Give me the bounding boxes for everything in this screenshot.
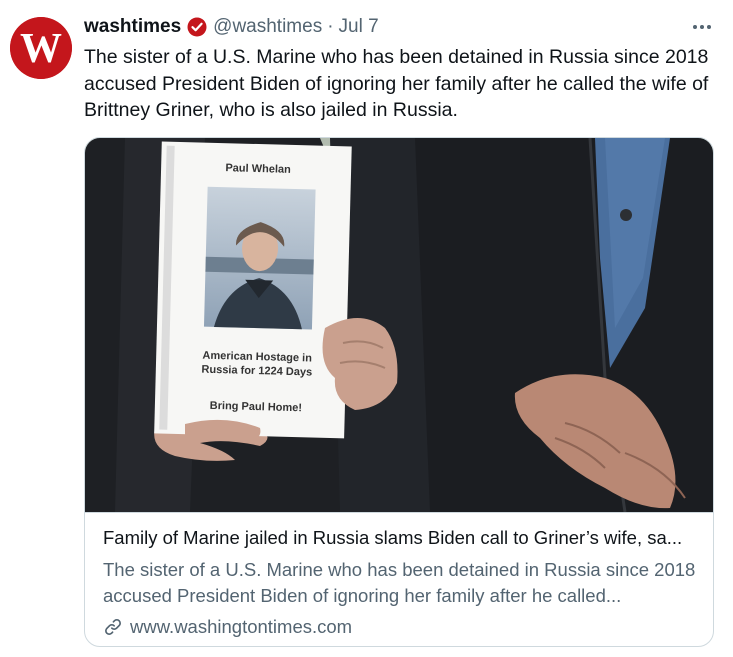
tweet-text: The sister of a U.S. Marine who has been… — [84, 46, 709, 121]
separator-dot: · — [327, 16, 334, 37]
sign-name: Paul Whelan — [225, 162, 291, 176]
more-options-icon[interactable] — [687, 14, 717, 40]
link-card[interactable]: Paul Whelan American Hostage in Russia f… — [84, 137, 714, 647]
card-description: The sister of a U.S. Marine who has been… — [103, 559, 696, 606]
tweet-header: washtimes @washtimes · Jul 7 — [84, 14, 379, 40]
link-icon — [103, 617, 123, 637]
svg-text:W: W — [20, 26, 62, 72]
card-image[interactable]: Paul Whelan American Hostage in Russia f… — [85, 138, 713, 512]
tweet-date[interactable]: Jul 7 — [339, 16, 379, 38]
sign-line-3: Bring Paul Home! — [210, 400, 303, 414]
user-handle[interactable]: @washtimes — [213, 16, 322, 38]
card-body[interactable]: Family of Marine jailed in Russia slams … — [85, 512, 713, 646]
display-name[interactable]: washtimes — [84, 16, 181, 38]
verified-badge-icon — [187, 17, 207, 37]
card-domain[interactable]: www.washingtontimes.com — [103, 614, 352, 640]
card-title[interactable]: Family of Marine jailed in Russia slams … — [103, 525, 699, 551]
card-domain-text: www.washingtontimes.com — [130, 616, 353, 637]
tweet[interactable]: W washtimes @washtimes · Jul 7 The siste… — [0, 0, 733, 657]
avatar[interactable]: W — [10, 17, 72, 79]
washington-times-logo-icon: W — [10, 17, 72, 79]
